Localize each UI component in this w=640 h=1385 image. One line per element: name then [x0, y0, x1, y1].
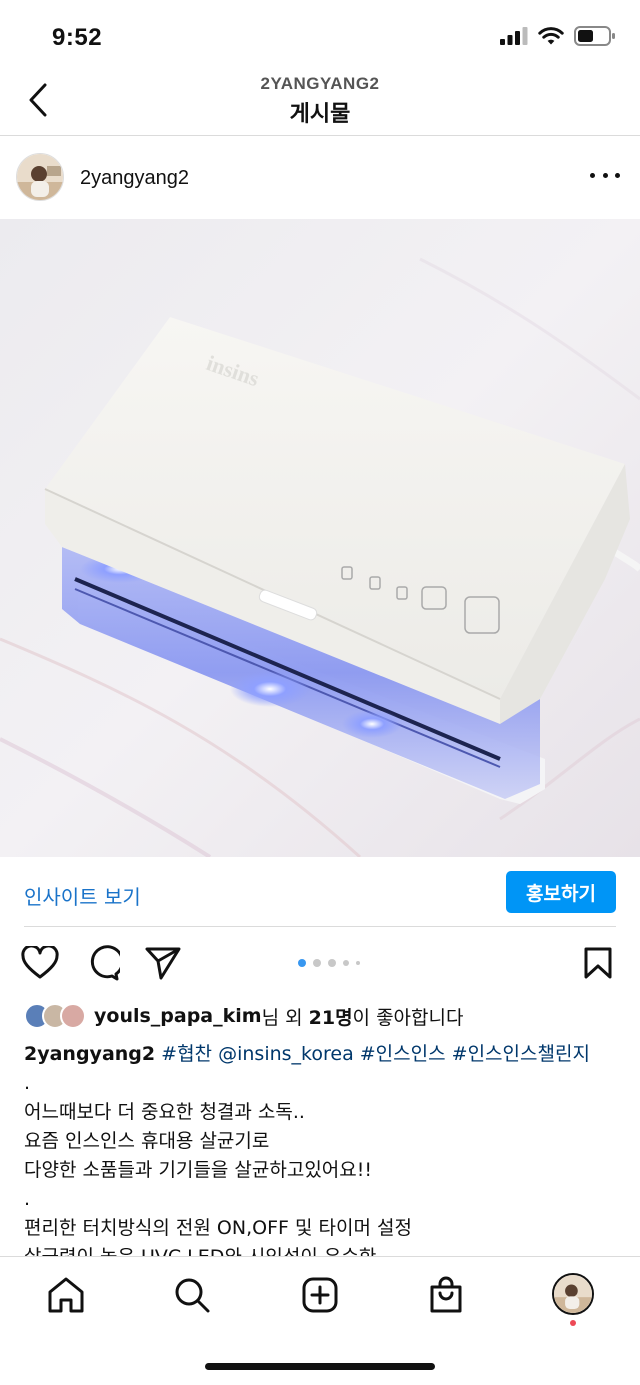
- page-title: 게시물: [289, 102, 351, 127]
- carousel-dot: [356, 961, 360, 965]
- header-titles: 2YANGYANG2 게시물: [0, 74, 640, 128]
- share-button[interactable]: [143, 943, 183, 983]
- carousel-dot: [328, 959, 336, 967]
- likes-text: 님 외: [261, 1006, 309, 1029]
- more-dots-icon: [590, 172, 595, 178]
- post-caption: 2yangyang2 #협찬 @insins_korea #인스인스 #인스인스…: [24, 1040, 624, 1272]
- hashtag[interactable]: #인스인스: [360, 1043, 446, 1065]
- home-icon: [48, 1277, 84, 1313]
- carousel-dot: [343, 960, 349, 966]
- nav-profile[interactable]: [552, 1273, 594, 1315]
- caption-line: .: [24, 1188, 31, 1210]
- status-time: 9:52: [52, 24, 103, 51]
- battery-icon: [574, 26, 615, 46]
- bottom-nav: [0, 1256, 640, 1385]
- home-indicator: [205, 1363, 435, 1370]
- bookmark-icon: [584, 947, 612, 979]
- heart-icon: [21, 946, 59, 979]
- plus-square-icon: [302, 1277, 338, 1313]
- more-options-button[interactable]: [590, 165, 620, 185]
- search-icon: [175, 1278, 210, 1313]
- carousel-dot: [313, 959, 321, 967]
- post-actions: [0, 935, 640, 995]
- hashtag[interactable]: #인스인스챌린지: [452, 1043, 590, 1065]
- post-photo[interactable]: insins: [0, 219, 640, 857]
- insights-row: 인사이트 보기 홍보하기: [0, 857, 640, 927]
- view-insights-link[interactable]: 인사이트 보기: [24, 881, 141, 910]
- avatar: [554, 1275, 592, 1313]
- save-button[interactable]: [578, 943, 618, 983]
- nav-create[interactable]: [300, 1275, 340, 1315]
- caption-username[interactable]: 2yangyang2: [24, 1043, 155, 1065]
- divider: [24, 926, 616, 927]
- send-icon: [145, 947, 181, 980]
- owner-avatar[interactable]: [16, 153, 64, 201]
- mention[interactable]: @insins_korea: [218, 1043, 354, 1065]
- status-bar: 9:52: [0, 0, 640, 70]
- caption-line: 요즘 인스인스 휴대용 살균기로: [24, 1130, 270, 1152]
- header-username: 2YANGYANG2: [260, 74, 380, 93]
- liker-avatars: [24, 1003, 86, 1029]
- liker-username[interactable]: youls_papa_kim: [94, 1005, 262, 1027]
- caption-line: 편리한 터치방식의 전원 ON,OFF 및 타이머 설정: [24, 1217, 412, 1239]
- comment-button[interactable]: [82, 943, 122, 983]
- hashtag[interactable]: #협찬: [161, 1043, 212, 1065]
- signal-icon: [500, 27, 528, 45]
- likes-count[interactable]: 21명: [309, 1003, 353, 1030]
- carousel-indicator: [298, 959, 360, 967]
- likes-text-end: 이 좋아합니다: [352, 1006, 464, 1029]
- caption-first-line: 2yangyang2 #협찬 @insins_korea #인스인스 #인스인스…: [24, 1040, 624, 1069]
- nav-home[interactable]: [46, 1275, 86, 1315]
- nav-shop[interactable]: [426, 1275, 466, 1315]
- status-icons: [500, 26, 616, 46]
- caption-line: 다양한 소품들과 기기들을 살균하고있어요!!: [24, 1159, 372, 1181]
- wifi-icon: [538, 26, 564, 44]
- caption-line: 어느때보다 더 중요한 청결과 소독..: [24, 1101, 305, 1123]
- promote-button[interactable]: 홍보하기: [506, 871, 616, 913]
- caption-line: .: [24, 1072, 31, 1094]
- post-owner-row: 2yangyang2: [0, 137, 640, 219]
- notification-dot: [570, 1320, 576, 1326]
- owner-username[interactable]: 2yangyang2: [80, 167, 189, 190]
- nav-search[interactable]: [172, 1275, 212, 1315]
- carousel-dot: [298, 959, 306, 967]
- post-header: 2YANGYANG2 게시물: [0, 70, 640, 136]
- shopping-bag-icon: [430, 1276, 462, 1313]
- likes-summary[interactable]: youls_papa_kim 님 외 21명 이 좋아합니다: [24, 998, 463, 1034]
- avatar: [60, 1003, 86, 1029]
- comment-icon: [90, 945, 120, 981]
- like-button[interactable]: [20, 943, 60, 983]
